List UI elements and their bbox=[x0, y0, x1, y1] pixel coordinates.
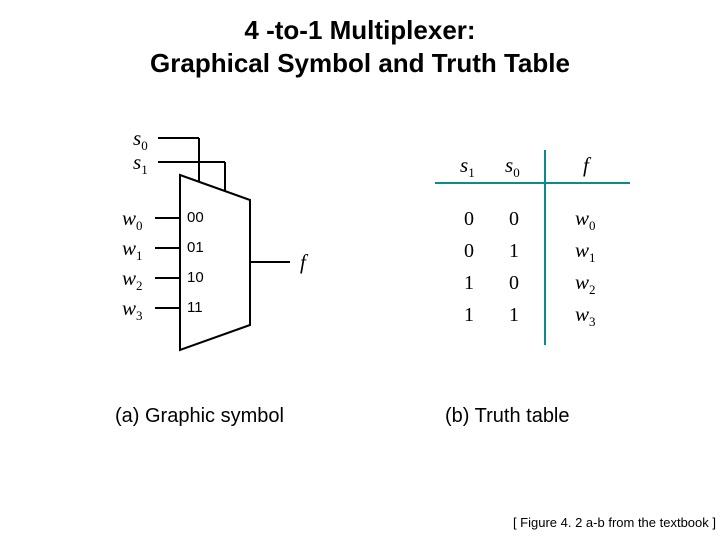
label-f-output: f bbox=[300, 250, 306, 275]
page-title: 4 -to-1 Multiplexer: Graphical Symbol an… bbox=[0, 0, 720, 79]
tt-r0-f: w0 bbox=[575, 206, 596, 234]
tt-header-s1: s1 bbox=[460, 153, 475, 181]
tt-r3-f: w3 bbox=[575, 302, 596, 330]
bin-01: 01 bbox=[187, 239, 204, 256]
label-s1: s1 bbox=[133, 150, 148, 178]
title-line-1: 4 -to-1 Multiplexer: bbox=[244, 15, 475, 45]
tt-header-f: f bbox=[583, 153, 589, 178]
tt-r2-f: w2 bbox=[575, 270, 596, 298]
caption-b: (b) Truth table bbox=[445, 405, 570, 428]
tt-r1-s0: 1 bbox=[509, 240, 519, 263]
title-line-2: Graphical Symbol and Truth Table bbox=[150, 48, 570, 78]
bin-11: 11 bbox=[187, 299, 203, 316]
label-w1: w1 bbox=[122, 236, 143, 264]
label-w0: w0 bbox=[122, 206, 143, 234]
footer-reference: [ Figure 4. 2 a-b from the textbook ] bbox=[513, 515, 716, 530]
tt-r1-f: w1 bbox=[575, 238, 596, 266]
tt-r1-s1: 0 bbox=[464, 240, 474, 263]
tt-r3-s0: 1 bbox=[509, 304, 519, 327]
mux-graphic-svg bbox=[0, 120, 720, 450]
tt-r2-s1: 1 bbox=[464, 272, 474, 295]
label-w2: w2 bbox=[122, 266, 143, 294]
tt-r0-s1: 0 bbox=[464, 208, 474, 231]
diagram-area: s0 s1 w0 w1 w2 w3 00 01 10 11 f s1 s0 f … bbox=[0, 120, 720, 450]
tt-r0-s0: 0 bbox=[509, 208, 519, 231]
label-w3: w3 bbox=[122, 296, 143, 324]
bin-10: 10 bbox=[187, 269, 204, 286]
caption-a: (a) Graphic symbol bbox=[115, 405, 284, 428]
tt-r3-s1: 1 bbox=[464, 304, 474, 327]
bin-00: 00 bbox=[187, 209, 204, 226]
tt-r2-s0: 0 bbox=[509, 272, 519, 295]
tt-header-s0: s0 bbox=[505, 153, 520, 181]
